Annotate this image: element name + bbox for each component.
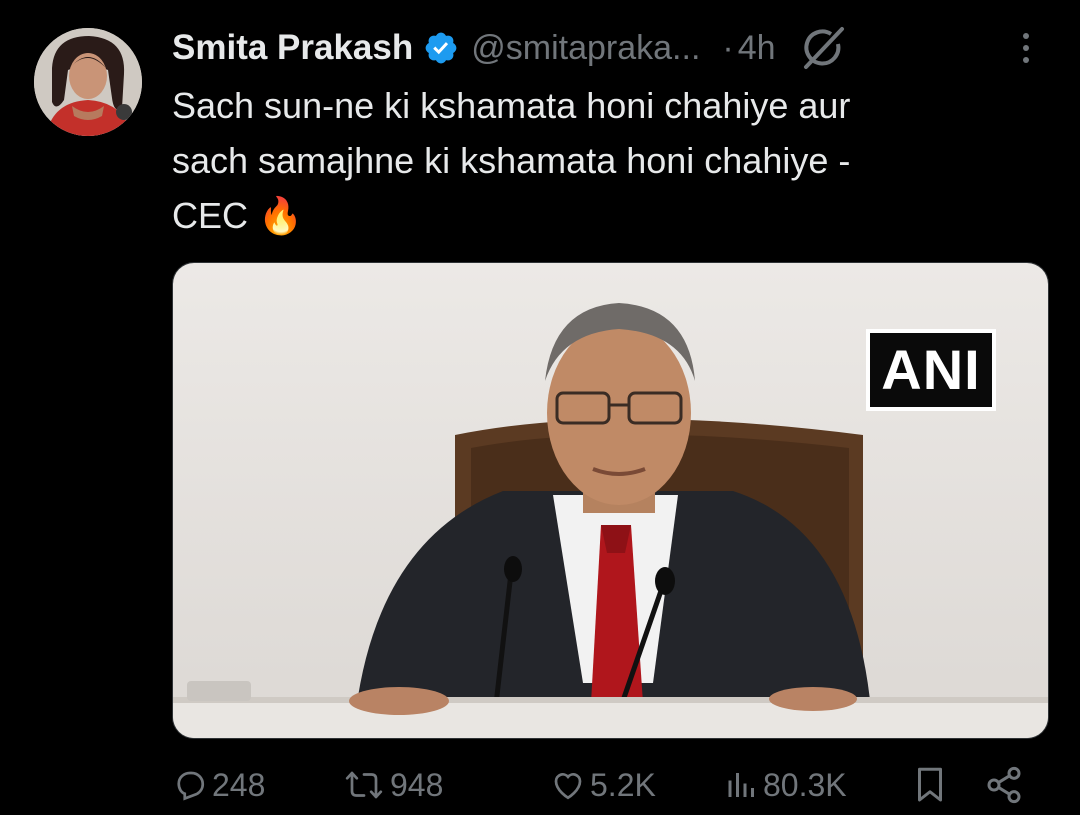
author-avatar[interactable]: [34, 28, 142, 136]
share-icon: [987, 766, 1021, 804]
repost-icon: [345, 771, 383, 799]
reply-icon: [177, 771, 205, 801]
repost-count: 948: [390, 766, 444, 803]
author-name[interactable]: Smita Prakash: [172, 28, 413, 68]
tweet-timestamp[interactable]: 4h: [738, 29, 776, 68]
author-handle[interactable]: @smitapraka...: [471, 29, 700, 68]
bookmark-icon: [918, 767, 942, 802]
repost-button[interactable]: 948: [342, 760, 443, 810]
avatar-image: [34, 28, 142, 136]
share-button[interactable]: [984, 760, 1024, 810]
like-count: 5.2K: [590, 766, 656, 803]
views-icon: [728, 773, 754, 797]
tweet-text: Sach sun-ne ki kshamata honi chahiye aur…: [172, 85, 851, 236]
separator-dot: ·: [722, 28, 734, 67]
view-count: 80.3K: [763, 766, 847, 803]
reply-count: 248: [212, 766, 266, 803]
tweet-header: Smita Prakash @smitapraka... · 4h: [172, 24, 1052, 72]
more-options-icon[interactable]: [1008, 30, 1044, 66]
ani-watermark: ANI: [866, 329, 996, 411]
tweet-actions: 248 948 5.2K 80.3K: [172, 760, 1042, 810]
views-button[interactable]: 80.3K: [725, 760, 847, 810]
reply-button[interactable]: 248: [172, 760, 265, 810]
like-button[interactable]: 5.2K: [550, 760, 656, 810]
bookmark-button[interactable]: [912, 760, 948, 810]
tweet-media[interactable]: ANI: [172, 262, 1049, 739]
grok-icon[interactable]: [800, 25, 846, 71]
verified-badge-icon: [425, 32, 457, 64]
like-icon: [554, 773, 582, 800]
